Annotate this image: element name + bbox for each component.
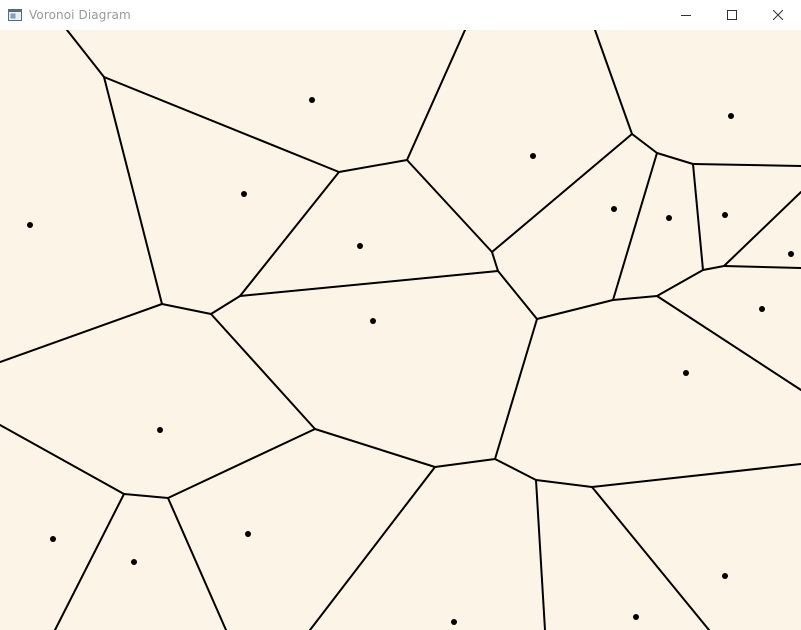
window-title: Voronoi Diagram [29, 8, 131, 22]
voronoi-site [530, 153, 536, 159]
voronoi-site [611, 206, 617, 212]
canvas-background [0, 30, 801, 630]
title-bar[interactable]: Voronoi Diagram [0, 0, 801, 30]
voronoi-site [370, 318, 376, 324]
voronoi-site [683, 370, 689, 376]
voronoi-site [27, 222, 33, 228]
voronoi-site [241, 191, 247, 197]
window-controls [663, 0, 801, 30]
minimize-button[interactable] [663, 0, 709, 30]
voronoi-diagram [0, 30, 801, 630]
voronoi-site [451, 619, 457, 625]
voronoi-site [728, 113, 734, 119]
voronoi-site [722, 212, 728, 218]
app-window-icon [7, 7, 23, 23]
voronoi-site [357, 243, 363, 249]
close-button[interactable] [755, 0, 801, 30]
maximize-button[interactable] [709, 0, 755, 30]
maximize-icon [727, 10, 737, 20]
voronoi-site [245, 531, 251, 537]
voronoi-canvas[interactable] [0, 30, 801, 630]
voronoi-site [722, 573, 728, 579]
voronoi-site [309, 97, 315, 103]
close-icon [773, 10, 783, 20]
minimize-icon [681, 15, 691, 16]
voronoi-site [633, 614, 639, 620]
voronoi-site [666, 215, 672, 221]
voronoi-site [788, 251, 794, 257]
voronoi-site [50, 536, 56, 542]
voronoi-site [157, 427, 163, 433]
voronoi-site [131, 559, 137, 565]
app-window: Voronoi Diagram [0, 0, 801, 630]
voronoi-site [759, 306, 765, 312]
